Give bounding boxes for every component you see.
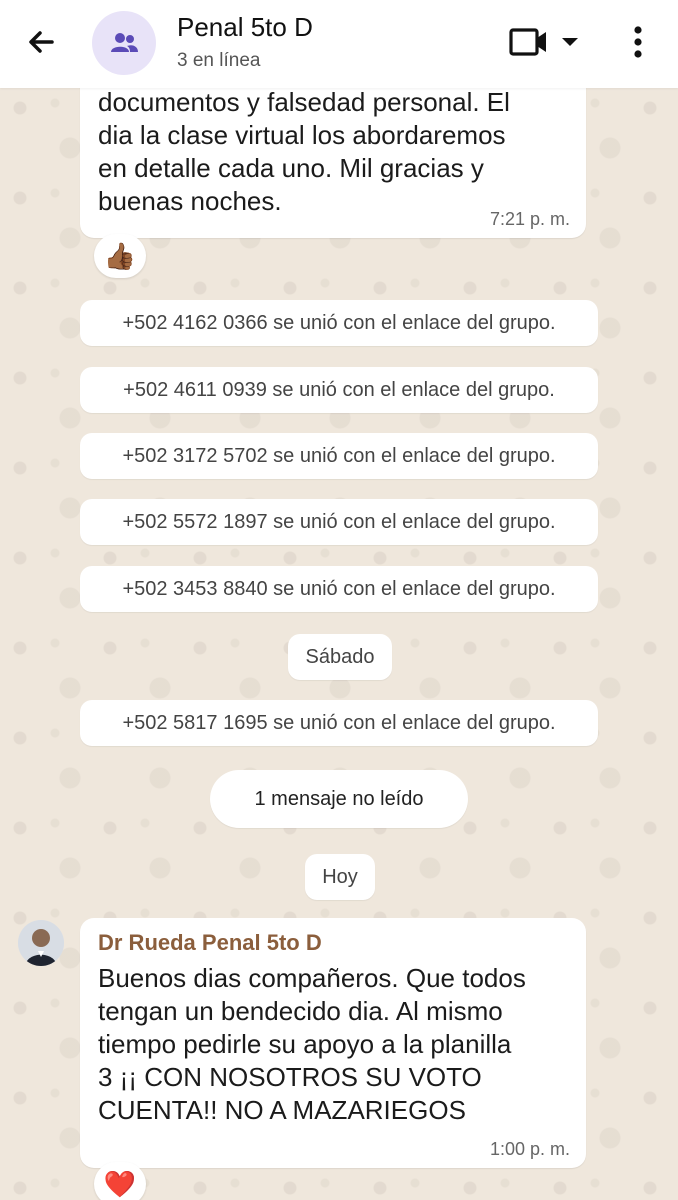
chevron-down-icon[interactable] (562, 38, 578, 46)
unread-indicator: 1 mensaje no leído (210, 770, 468, 828)
back-button[interactable] (22, 22, 62, 62)
date-label: Sábado (305, 645, 375, 668)
date-separator: Sábado (288, 634, 392, 680)
reaction-badge[interactable]: 👍🏾 (94, 234, 146, 278)
message-time: 1:00 p. m. (489, 1139, 570, 1159)
avatar[interactable] (18, 920, 64, 966)
chat-header: Penal 5to D 3 en línea (0, 0, 678, 88)
system-message-text: +502 3453 8840 se unió con el enlace del… (122, 577, 556, 600)
date-separator: Hoy (305, 854, 375, 900)
group-icon (111, 33, 138, 52)
system-message: +502 3172 5702 se unió con el enlace del… (80, 433, 598, 479)
chat-title[interactable]: Penal 5to D (177, 12, 313, 43)
system-message: +502 3453 8840 se unió con el enlace del… (80, 566, 598, 612)
system-message: +502 5572 1897 se unió con el enlace del… (80, 499, 598, 545)
message-time: 7:21 p. m. (489, 209, 570, 229)
system-message-text: +502 4162 0366 se unió con el enlace del… (122, 311, 556, 334)
online-status: 3 en línea (177, 50, 261, 71)
message-bubble[interactable]: Dr Rueda Penal 5to D Buenos dias compañe… (80, 918, 586, 1168)
person-avatar-image (18, 920, 64, 966)
reaction-badge[interactable]: ❤️ (94, 1162, 146, 1200)
group-avatar[interactable] (92, 11, 156, 75)
message-text: Buenos dias compañeros. Que todos tengan… (98, 963, 526, 1125)
system-message-text: +502 3172 5702 se unió con el enlace del… (122, 444, 556, 467)
message-bubble[interactable]: documentos y falsedad personal. El dia l… (80, 88, 586, 238)
message-text: documentos y falsedad personal. El dia l… (98, 88, 510, 216)
arrow-left-icon (29, 31, 54, 53)
system-message: +502 4611 0939 se unió con el enlace del… (80, 367, 598, 413)
chat-area[interactable]: documentos y falsedad personal. El dia l… (0, 88, 678, 1200)
system-message: +502 4162 0366 se unió con el enlace del… (80, 300, 598, 346)
more-vertical-icon (634, 26, 642, 58)
thumbs-up-emoji: 👍🏾 (103, 240, 137, 271)
heart-emoji: ❤️ (103, 1168, 137, 1199)
video-call-button[interactable] (506, 24, 584, 60)
unread-label: 1 mensaje no leído (254, 787, 424, 810)
video-camera-icon (509, 28, 546, 56)
sender-name[interactable]: Dr Rueda Penal 5to D (98, 930, 566, 956)
system-message-text: +502 5572 1897 se unió con el enlace del… (122, 510, 556, 533)
date-label: Hoy (322, 865, 358, 888)
more-options-button[interactable] (624, 22, 652, 62)
system-message: +502 5817 1695 se unió con el enlace del… (80, 700, 598, 746)
system-message-text: +502 4611 0939 se unió con el enlace del… (123, 378, 555, 401)
system-message-text: +502 5817 1695 se unió con el enlace del… (122, 711, 556, 734)
